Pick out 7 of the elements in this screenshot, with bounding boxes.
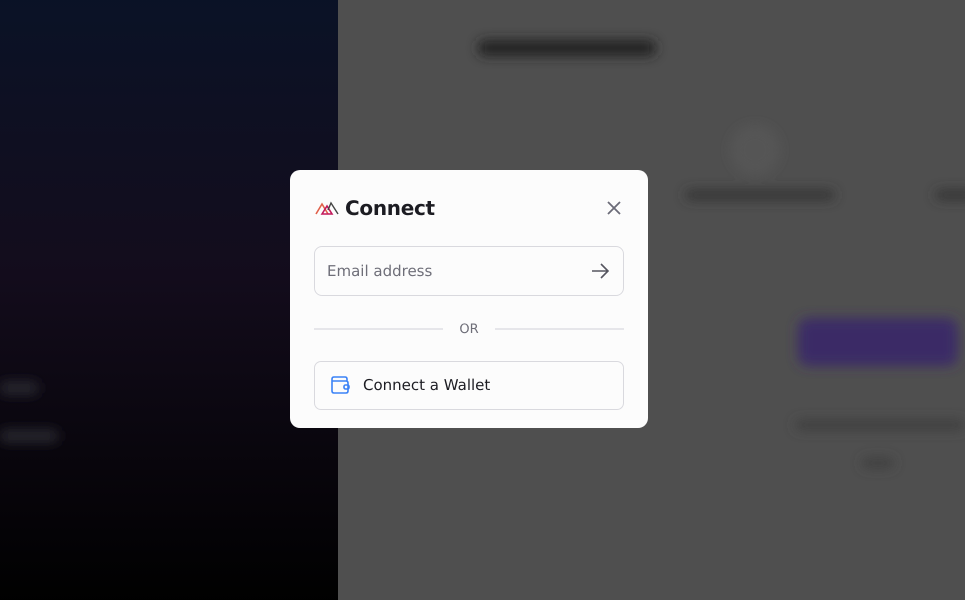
dialog-title: Connect — [345, 196, 435, 220]
or-divider-label: OR — [458, 322, 480, 337]
mountain-logo-icon — [315, 200, 339, 216]
connect-wallet-button[interactable]: Connect a Wallet — [314, 360, 624, 410]
email-field[interactable]: Email address — [314, 246, 624, 296]
wallet-icon — [329, 374, 351, 396]
arrow-right-icon[interactable] — [590, 260, 610, 281]
